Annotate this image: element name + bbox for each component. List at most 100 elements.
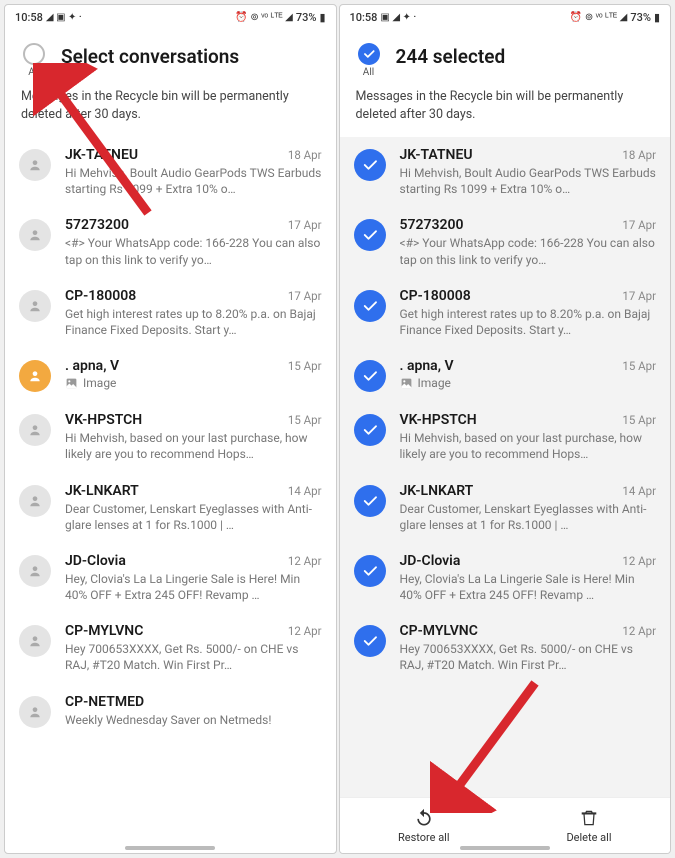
- message-date: 17 Apr: [288, 218, 322, 232]
- conversation-item[interactable]: CP-MYLVNC12 AprHey 700653XXXX, Get Rs. 5…: [340, 613, 671, 683]
- conversation-item[interactable]: CP-MYLVNC12 AprHey 700653XXXX, Get Rs. 5…: [5, 613, 336, 683]
- sender-name: VK-HPSTCH: [65, 412, 142, 428]
- sender-name: JK-TATNEU: [400, 147, 473, 163]
- recycle-notice: Messages in the Recycle bin will be perm…: [5, 84, 336, 137]
- page-title: Select conversations: [61, 43, 239, 68]
- conversation-item[interactable]: 5727320017 Apr<#> Your WhatsApp code: 16…: [340, 207, 671, 277]
- message-date: 12 Apr: [622, 554, 656, 568]
- status-time: 10:58: [15, 11, 43, 24]
- message-preview: Hi Mehvish, based on your last purchase,…: [400, 430, 657, 462]
- conversation-list[interactable]: JK-TATNEU18 AprHi Mehvish, Boult Audio G…: [5, 137, 336, 853]
- message-preview: Weekly Wednesday Saver on Netmeds!: [65, 712, 322, 728]
- restore-all-button[interactable]: Restore all: [398, 808, 450, 844]
- delete-label: Delete all: [566, 831, 611, 844]
- trash-icon: [579, 808, 599, 828]
- sender-name: . apna, V: [400, 358, 454, 374]
- status-system-icons: ⏰ ⊚ ᵛᵒ ᴸᵀᴱ ◢: [235, 12, 292, 23]
- avatar: [19, 219, 51, 251]
- message-date: 17 Apr: [622, 289, 656, 303]
- checkbox-checked-icon: [354, 625, 386, 657]
- conversation-body: VK-HPSTCH15 AprHi Mehvish, based on your…: [400, 412, 657, 462]
- home-indicator[interactable]: [125, 846, 215, 850]
- conversation-item[interactable]: JK-TATNEU18 AprHi Mehvish, Boult Audio G…: [340, 137, 671, 207]
- conversation-item[interactable]: CP-18000817 AprGet high interest rates u…: [340, 278, 671, 348]
- conversation-body: CP-NETMED Weekly Wednesday Saver on Netme…: [65, 694, 322, 728]
- conversation-item[interactable]: . apna, V 15 Apr Image: [5, 348, 336, 402]
- message-date: 15 Apr: [622, 359, 656, 373]
- message-date: 12 Apr: [288, 624, 322, 638]
- conversation-item[interactable]: 5727320017 Apr<#> Your WhatsApp code: 16…: [5, 207, 336, 277]
- sender-name: JD-Clovia: [65, 553, 126, 569]
- message-date: 18 Apr: [622, 148, 656, 162]
- conversation-item[interactable]: JD-Clovia12 AprHey, Clovia's La La Linge…: [5, 543, 336, 613]
- avatar: [19, 555, 51, 587]
- message-date: 17 Apr: [622, 218, 656, 232]
- message-date: 15 Apr: [288, 359, 322, 373]
- status-bar: 10:58 ◢ ▣ ✦ · ⏰ ⊚ ᵛᵒ ᴸᵀᴱ ◢ 73% ▮: [5, 5, 336, 29]
- conversation-item[interactable]: CP-NETMED Weekly Wednesday Saver on Netme…: [5, 684, 336, 738]
- sender-name: CP-180008: [65, 288, 136, 304]
- conversation-body: VK-HPSTCH15 AprHi Mehvish, based on your…: [65, 412, 322, 462]
- avatar: [19, 414, 51, 446]
- checkbox-checked-icon: [354, 414, 386, 446]
- sender-name: JD-Clovia: [400, 553, 461, 569]
- phone-right: 10:58 ▣ ◢ ✦ · ⏰ ⊚ ᵛᵒ ᴸᵀᴱ ◢ 73% ▮ All 244…: [339, 4, 672, 854]
- avatar: [19, 290, 51, 322]
- message-date: 17 Apr: [288, 289, 322, 303]
- message-preview: Hey 700653XXXX, Get Rs. 5000/- on CHE vs…: [400, 641, 657, 673]
- status-app-icons: ◢ ▣ ✦ ·: [46, 12, 82, 23]
- message-preview: Dear Customer, Lenskart Eyeglasses with …: [400, 501, 657, 533]
- conversation-item[interactable]: JD-Clovia12 AprHey, Clovia's La La Linge…: [340, 543, 671, 613]
- conversation-body: CP-MYLVNC12 AprHey 700653XXXX, Get Rs. 5…: [400, 623, 657, 673]
- restore-icon: [414, 808, 434, 828]
- all-label: All: [363, 67, 374, 78]
- sender-name: JK-TATNEU: [65, 147, 138, 163]
- sender-name: JK-LNKART: [400, 483, 474, 499]
- selection-header: All Select conversations: [5, 29, 336, 84]
- conversation-body: JK-TATNEU18 AprHi Mehvish, Boult Audio G…: [65, 147, 322, 197]
- conversation-list[interactable]: JK-TATNEU18 AprHi Mehvish, Boult Audio G…: [340, 137, 671, 797]
- sender-name: VK-HPSTCH: [400, 412, 477, 428]
- recycle-notice: Messages in the Recycle bin will be perm…: [340, 84, 671, 137]
- message-preview: Dear Customer, Lenskart Eyeglasses with …: [65, 501, 322, 533]
- conversation-body: JK-LNKART14 AprDear Customer, Lenskart E…: [65, 483, 322, 533]
- conversation-item[interactable]: JK-LNKART14 AprDear Customer, Lenskart E…: [5, 473, 336, 543]
- select-all-toggle[interactable]: All: [19, 43, 49, 78]
- sender-name: CP-NETMED: [65, 694, 144, 710]
- message-date: 14 Apr: [288, 484, 322, 498]
- battery-icon: ▮: [319, 11, 325, 24]
- sender-name: . apna, V: [65, 358, 119, 374]
- message-preview: Hi Mehvish, based on your last purchase,…: [65, 430, 322, 462]
- image-icon: [65, 377, 78, 390]
- checkbox-checked-icon: [354, 149, 386, 181]
- conversation-item[interactable]: VK-HPSTCH15 AprHi Mehvish, based on your…: [340, 402, 671, 472]
- status-battery: 73%: [296, 11, 317, 24]
- checkbox-checked-icon: [354, 555, 386, 587]
- conversation-body: CP-MYLVNC12 AprHey 700653XXXX, Get Rs. 5…: [65, 623, 322, 673]
- select-all-toggle[interactable]: All: [354, 43, 384, 78]
- home-indicator[interactable]: [460, 846, 550, 850]
- conversation-item[interactable]: JK-LNKART14 AprDear Customer, Lenskart E…: [340, 473, 671, 543]
- conversation-body: CP-18000817 AprGet high interest rates u…: [400, 288, 657, 338]
- checkbox-checked-icon: [354, 290, 386, 322]
- conversation-body: . apna, V 15 Apr Image: [400, 358, 657, 390]
- message-date: 12 Apr: [622, 624, 656, 638]
- conversation-item[interactable]: VK-HPSTCH15 AprHi Mehvish, based on your…: [5, 402, 336, 472]
- delete-all-button[interactable]: Delete all: [566, 808, 611, 844]
- message-date: 12 Apr: [288, 554, 322, 568]
- avatar: [19, 149, 51, 181]
- status-battery: 73%: [630, 11, 651, 24]
- selection-header: All 244 selected: [340, 29, 671, 84]
- message-preview-image: Image: [400, 376, 657, 390]
- conversation-body: JK-LNKART14 AprDear Customer, Lenskart E…: [400, 483, 657, 533]
- conversation-body: JK-TATNEU18 AprHi Mehvish, Boult Audio G…: [400, 147, 657, 197]
- restore-label: Restore all: [398, 831, 450, 844]
- avatar: [19, 625, 51, 657]
- conversation-item[interactable]: . apna, V 15 Apr Image: [340, 348, 671, 402]
- message-preview-image: Image: [65, 376, 322, 390]
- conversation-item[interactable]: CP-18000817 AprGet high interest rates u…: [5, 278, 336, 348]
- conversation-item[interactable]: JK-TATNEU18 AprHi Mehvish, Boult Audio G…: [5, 137, 336, 207]
- conversation-body: 5727320017 Apr<#> Your WhatsApp code: 16…: [400, 217, 657, 267]
- checkbox-checked-icon: [358, 43, 380, 65]
- message-preview: <#> Your WhatsApp code: 166-228 You can …: [65, 235, 322, 267]
